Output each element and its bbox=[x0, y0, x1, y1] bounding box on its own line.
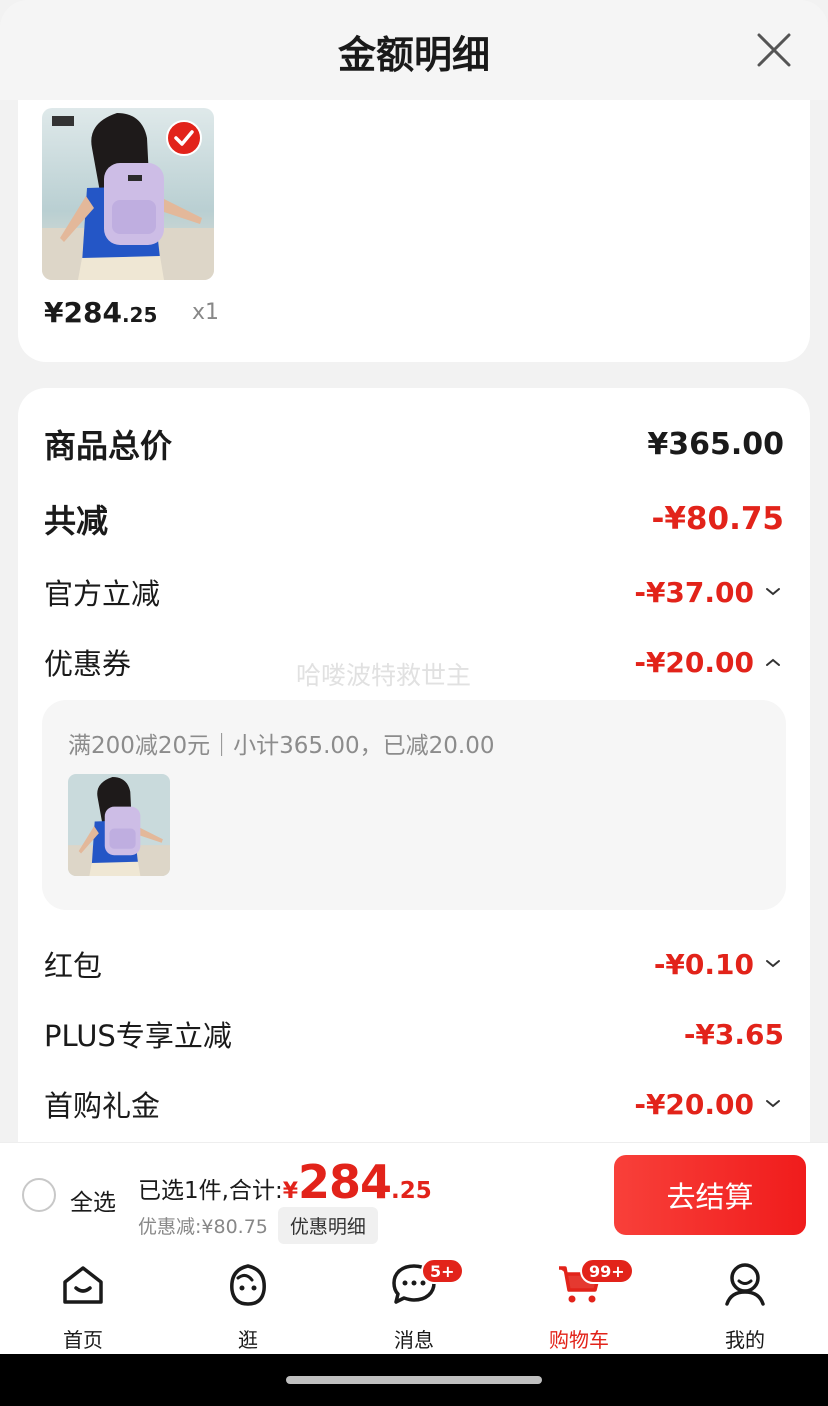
row-red-packet[interactable]: 红包 -¥0.10 bbox=[44, 938, 784, 990]
first-purchase-label: 首购礼金 bbox=[44, 1089, 161, 1123]
total-currency: ¥ bbox=[282, 1179, 299, 1204]
tab-messages-label: 消息 bbox=[394, 1328, 434, 1352]
coupon-product-thumbnail[interactable] bbox=[68, 774, 170, 876]
browse-icon bbox=[230, 1264, 266, 1306]
tab-browse-label: 逛 bbox=[238, 1328, 258, 1352]
first-purchase-value: -¥20.00 bbox=[634, 1087, 754, 1121]
select-all-radio[interactable] bbox=[22, 1178, 56, 1212]
bottom-tab-bar: 首页 逛 5+ 消息 99+ 购物车 我的 bbox=[0, 1248, 828, 1354]
total-reduce-label: 共减 bbox=[44, 502, 109, 540]
row-official-reduce[interactable]: 官方立减 -¥37.00 bbox=[44, 566, 784, 618]
product-image[interactable] bbox=[42, 108, 214, 280]
tab-messages[interactable]: 5+ 消息 bbox=[359, 1258, 469, 1352]
selected-count-label: 已选1件,合计: bbox=[138, 1178, 283, 1204]
close-icon[interactable] bbox=[754, 30, 794, 70]
cart-badge: 99+ bbox=[580, 1258, 634, 1284]
tab-cart-label: 购物车 bbox=[549, 1328, 609, 1352]
home-indicator[interactable] bbox=[286, 1376, 542, 1384]
price-detail-card: 商品总价 ¥365.00 共减 -¥80.75 官方立减 -¥37.00 优惠券… bbox=[18, 388, 810, 1148]
row-first-purchase-gift[interactable]: 首购礼金 -¥20.00 bbox=[44, 1078, 784, 1130]
plus-reduce-label: PLUS专享立减 bbox=[44, 1019, 232, 1053]
plus-reduce-value: -¥3.65 bbox=[683, 1017, 784, 1051]
coupon-label: 优惠券 bbox=[44, 647, 132, 681]
coupon-detail-panel: 满200减20元｜小计365.00，已减20.00 bbox=[42, 700, 786, 910]
tab-home-label: 首页 bbox=[63, 1328, 103, 1352]
total-price-label: 商品总价 bbox=[44, 427, 173, 465]
select-all-label[interactable]: 全选 bbox=[70, 1183, 116, 1217]
official-reduce-label: 官方立减 bbox=[44, 577, 161, 611]
total-price-value: ¥365.00 bbox=[647, 426, 784, 462]
coupon-value: -¥20.00 bbox=[634, 645, 754, 679]
official-reduce-value: -¥37.00 bbox=[634, 575, 754, 609]
tab-profile-label: 我的 bbox=[725, 1328, 765, 1352]
tab-profile[interactable]: 我的 bbox=[690, 1258, 800, 1352]
chevron-up-icon[interactable] bbox=[762, 651, 784, 673]
row-total-reduce: 共减 -¥80.75 bbox=[44, 493, 784, 545]
system-nav-bar bbox=[0, 1354, 828, 1406]
watermark: 哈喽波特救世主 bbox=[296, 661, 472, 690]
product-quantity: x1 bbox=[192, 300, 220, 325]
total-amount-dec: .25 bbox=[391, 1178, 432, 1204]
discount-text: 优惠减:¥80.75 bbox=[138, 1216, 268, 1238]
messages-badge: 5+ bbox=[421, 1258, 464, 1284]
checkout-bar: 全选 已选1件,合计: ¥ 284 .25 优惠减:¥80.75 优惠明细 去结… bbox=[0, 1142, 828, 1248]
modal-header: 金额明细 bbox=[0, 0, 828, 100]
total-reduce-value: -¥80.75 bbox=[651, 501, 785, 537]
chevron-down-icon[interactable] bbox=[762, 581, 784, 603]
red-packet-value: -¥0.10 bbox=[653, 947, 754, 981]
total-amount-int: 284 bbox=[298, 1155, 392, 1209]
discount-summary: 优惠减:¥80.75 优惠明细 bbox=[138, 1207, 378, 1244]
coupon-detail-text: 满200减20元｜小计365.00，已减20.00 bbox=[68, 733, 495, 759]
total-summary: 已选1件,合计: ¥ 284 .25 bbox=[138, 1155, 432, 1209]
tab-browse[interactable]: 逛 bbox=[193, 1258, 303, 1352]
profile-icon bbox=[725, 1263, 765, 1306]
home-icon bbox=[63, 1266, 103, 1304]
red-packet-label: 红包 bbox=[44, 949, 103, 983]
page-title: 金额明细 bbox=[337, 33, 490, 77]
row-plus-reduce: PLUS专享立减 -¥3.65 bbox=[44, 1008, 784, 1060]
checked-icon[interactable] bbox=[166, 120, 202, 156]
tab-cart[interactable]: 99+ 购物车 bbox=[524, 1258, 634, 1352]
product-price: ¥284.25 bbox=[44, 296, 158, 329]
row-total-price: 商品总价 ¥365.00 bbox=[44, 418, 784, 470]
tab-home[interactable]: 首页 bbox=[28, 1258, 138, 1352]
chevron-down-icon[interactable] bbox=[762, 1093, 784, 1115]
product-card: ¥284.25 x1 bbox=[18, 100, 810, 362]
checkout-button[interactable]: 去结算 bbox=[614, 1155, 806, 1235]
discount-detail-button[interactable]: 优惠明细 bbox=[277, 1207, 378, 1244]
chevron-down-icon[interactable] bbox=[762, 953, 784, 975]
